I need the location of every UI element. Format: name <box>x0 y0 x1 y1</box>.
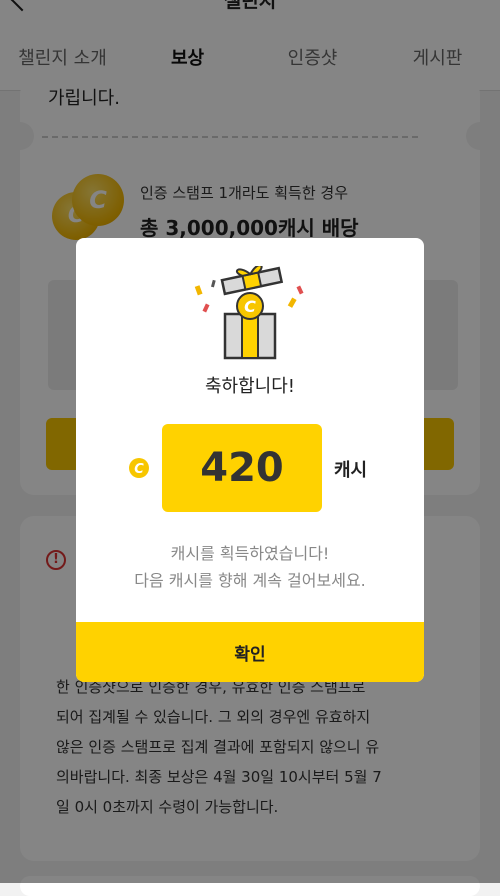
gift-icon: C <box>194 266 304 360</box>
modal-message: 캐시를 획득하였습니다! 다음 캐시를 향해 계속 걸어보세요. <box>76 540 424 594</box>
svg-text:C: C <box>134 462 144 477</box>
message-line-2: 다음 캐시를 향해 계속 걸어보세요. <box>134 571 366 590</box>
cash-amount: 420 <box>200 445 284 491</box>
cash-unit: 캐시 <box>334 460 368 481</box>
confirm-button[interactable]: 확인 <box>76 622 424 682</box>
svg-text:C: C <box>244 297 256 316</box>
cash-amount-box: 420 <box>162 424 322 512</box>
coin-icon: C <box>129 458 149 478</box>
message-line-1: 캐시를 획득하였습니다! <box>170 544 330 563</box>
reward-modal: C 축하합니다! C 420 캐시 캐시를 획득하였습니다! 다음 캐시를 향해… <box>76 238 424 682</box>
modal-title: 축하합니다! <box>204 376 295 397</box>
